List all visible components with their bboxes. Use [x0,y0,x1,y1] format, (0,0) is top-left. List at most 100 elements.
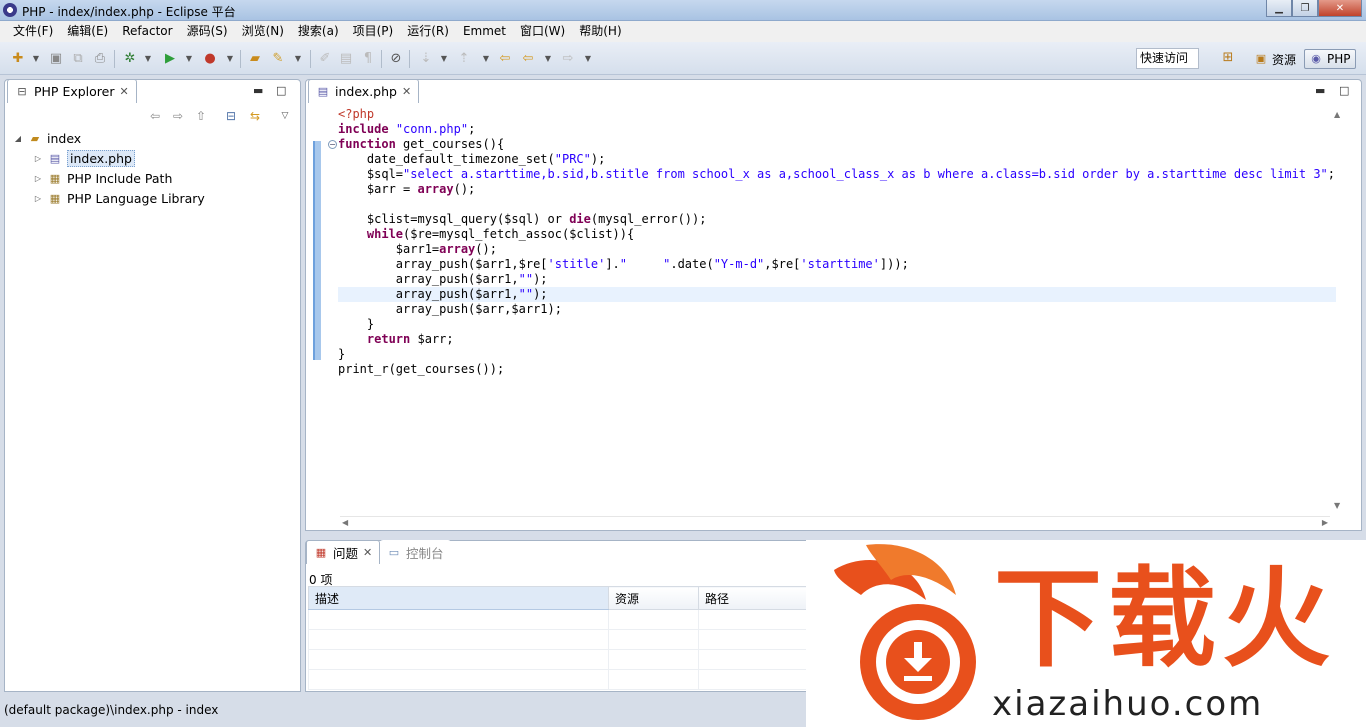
watermark: 下载火 xiazaihuo.com [806,540,1366,727]
code-line[interactable]: $sql="select a.starttime,b.sid,b.stitle … [338,167,1335,182]
resource-perspective-button[interactable]: ▣ 资源 [1250,49,1300,69]
menu-window[interactable]: 窗口(W) [513,21,572,42]
debug-dropdown-icon[interactable]: ▼ [140,51,156,67]
code-editor[interactable]: <?php include "conn.php"; function get_cou… [338,107,1336,517]
column-path[interactable]: 路径 [698,586,809,610]
collapsed-icon[interactable]: ▷ [33,154,43,163]
maximize-button[interactable]: ❐ [1292,0,1318,17]
vertical-scrollbar[interactable]: ▲ ▼ [1332,110,1344,510]
tab-index-php[interactable]: ▤ index.php ✕ [308,79,420,103]
code-line[interactable]: print_r(get_courses()); [338,362,1328,377]
menu-run[interactable]: 运行(R) [400,21,456,42]
external-dropdown-icon[interactable]: ▼ [222,51,238,67]
code-line[interactable] [338,197,1328,212]
maximize-view-icon[interactable]: □ [276,84,286,97]
menu-file[interactable]: 文件(F) [6,21,60,42]
code-line[interactable]: return $arr; [338,332,1328,347]
close-tab-icon[interactable]: ✕ [402,85,411,98]
menu-project[interactable]: 项目(P) [346,21,401,42]
tab-console[interactable]: ▭ 控制台 [380,540,451,564]
minimize-view-icon[interactable]: ▬ [253,84,263,97]
save-icon[interactable]: ▣ [48,51,64,67]
fold-icon[interactable]: − [328,140,337,149]
menu-bar: 文件(F) 编辑(E) Refactor 源码(S) 浏览(N) 搜索(a) 项… [0,21,1366,42]
back-dropdown-icon[interactable]: ▼ [540,51,556,67]
code-line[interactable]: array_push($arr1,$re['stitle']." ".date(… [338,257,1328,272]
open-perspective-icon[interactable]: ⊞ [1220,50,1236,66]
code-line[interactable]: function get_courses(){ [338,137,1328,152]
maximize-editor-icon[interactable]: □ [1339,84,1349,97]
close-button[interactable]: ✕ [1318,0,1362,17]
tree-item-include-path[interactable]: ▷ ▦ PHP Include Path [33,169,172,187]
last-edit-icon[interactable]: ⇦ [497,51,513,67]
tab-problems[interactable]: ▦ 问题 ✕ [306,540,381,564]
link-editor-icon[interactable]: ⇆ [247,108,263,124]
code-line[interactable]: <?php [338,107,1328,122]
code-line[interactable]: } [338,347,1328,362]
next-annotation-icon[interactable]: ⇣ [418,51,434,67]
menu-search[interactable]: 搜索(a) [291,21,346,42]
open-type-icon[interactable]: ▰ [247,51,263,67]
open-search-icon[interactable]: ✎ [270,51,286,67]
up-nav-icon[interactable]: ⇧ [193,108,209,124]
forward-icon[interactable]: ⇨ [560,51,576,67]
horizontal-scrollbar[interactable]: ◀ ▶ [340,516,1330,528]
menu-help[interactable]: 帮助(H) [572,21,628,42]
collapse-all-icon[interactable]: ⊟ [223,108,239,124]
minimize-button[interactable]: ▁ [1266,0,1292,17]
back-nav-icon[interactable]: ⇦ [147,108,163,124]
expanded-icon[interactable]: ◢ [13,134,23,143]
forward-dropdown-icon[interactable]: ▼ [580,51,596,67]
search-dropdown-icon[interactable]: ▼ [290,51,306,67]
quick-access-input[interactable]: 快速访问 [1136,48,1199,69]
code-line[interactable]: $clist=mysql_query($sql) or die(mysql_er… [338,212,1328,227]
close-tab-icon[interactable]: ✕ [363,546,372,559]
explorer-icon: ⊟ [17,85,27,98]
minimize-editor-icon[interactable]: ▬ [1315,84,1325,97]
code-line[interactable]: $arr1=array(); [338,242,1328,257]
menu-refactor[interactable]: Refactor [115,21,179,42]
code-line[interactable]: array_push($arr,$arr1); [338,302,1328,317]
code-line[interactable]: } [338,317,1328,332]
debug-icon[interactable]: ✲ [122,51,138,67]
code-line[interactable]: date_default_timezone_set("PRC"); [338,152,1328,167]
save-all-icon[interactable]: ⧉ [70,51,86,67]
tree-item-language-library[interactable]: ▷ ▦ PHP Language Library [33,189,205,207]
new-icon[interactable]: ✚ [10,51,26,67]
run-dropdown-icon[interactable]: ▼ [181,51,197,67]
tree-item-index-php[interactable]: ▷ ▤ index.php [33,149,135,167]
code-line[interactable]: include "conn.php"; [338,122,1328,137]
prev-annotation-icon[interactable]: ⇡ [456,51,472,67]
close-tab-icon[interactable]: ✕ [120,85,129,98]
column-resource[interactable]: 资源 [608,586,699,610]
collapsed-icon[interactable]: ▷ [33,174,43,183]
back-icon[interactable]: ⇦ [520,51,536,67]
tab-php-explorer[interactable]: ⊟ PHP Explorer ✕ [7,79,137,103]
php-perspective-button[interactable]: ◉ PHP [1304,49,1356,69]
menu-source[interactable]: 源码(S) [180,21,235,42]
view-menu-icon[interactable]: ▽ [277,108,293,124]
problems-icon: ▦ [315,546,327,559]
block-icon[interactable]: ▤ [338,51,354,67]
prev-annotation-dropdown-icon[interactable]: ▼ [478,51,494,67]
code-line[interactable]: while($re=mysql_fetch_assoc($clist)){ [338,227,1328,242]
print-icon[interactable]: ⎙ [92,51,108,67]
code-line[interactable]: array_push($arr1,""); [338,287,1336,302]
new-dropdown-icon[interactable]: ▼ [28,51,44,67]
column-description[interactable]: 描述 [308,586,609,610]
code-line[interactable]: array_push($arr1,""); [338,272,1328,287]
skip-breakpoints-icon[interactable]: ⊘ [388,51,404,67]
collapsed-icon[interactable]: ▷ [33,194,43,203]
menu-emmet[interactable]: Emmet [456,21,513,42]
run-icon[interactable]: ▶ [162,51,178,67]
code-line[interactable]: $arr = array(); [338,182,1328,197]
external-tools-icon[interactable]: ● [202,51,218,67]
pilcrow-icon[interactable]: ¶ [360,51,376,67]
mark-icon[interactable]: ✐ [317,51,333,67]
next-annotation-dropdown-icon[interactable]: ▼ [436,51,452,67]
tree-item-project[interactable]: ◢ ▰ index [13,129,81,147]
forward-nav-icon[interactable]: ⇨ [170,108,186,124]
library-icon: ▦ [49,171,61,185]
menu-navigate[interactable]: 浏览(N) [235,21,291,42]
menu-edit[interactable]: 编辑(E) [60,21,115,42]
